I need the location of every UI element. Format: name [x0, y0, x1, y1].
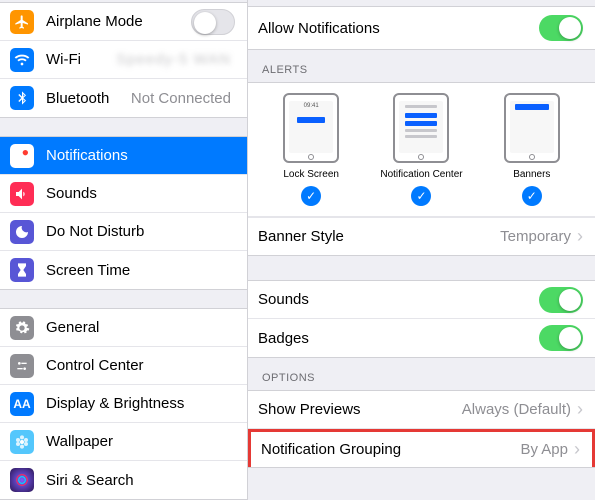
alerts-options: 09:41 Lock Screen ✓ Notification Cen [248, 83, 595, 217]
detail-panel: Allow Notifications ALERTS 09:41 Lock Sc… [248, 0, 595, 500]
bluetooth-value: Not Connected [131, 90, 231, 107]
banners-preview [504, 93, 560, 163]
lock-screen-preview: 09:41 [283, 93, 339, 163]
sidebar-item-display[interactable]: AA Display & Brightness [0, 385, 247, 423]
notifications-label: Notifications [46, 147, 235, 164]
wallpaper-label: Wallpaper [46, 433, 235, 450]
sounds-icon [10, 182, 34, 206]
allow-toggle[interactable] [539, 15, 583, 41]
alert-notification-center[interactable]: Notification Center ✓ [367, 93, 476, 206]
show-previews-row[interactable]: Show Previews Always (Default) › [248, 391, 595, 429]
controls-icon [10, 354, 34, 378]
check-icon: ✓ [301, 186, 321, 206]
alert-lock-label: Lock Screen [283, 169, 339, 180]
alert-banners-label: Banners [513, 169, 550, 180]
allow-notifications-row[interactable]: Allow Notifications [248, 7, 595, 49]
airplane-icon [10, 10, 34, 34]
show-previews-value: Always (Default) [462, 401, 571, 418]
sidebar-item-dnd[interactable]: Do Not Disturb [0, 213, 247, 251]
alerts-card: 09:41 Lock Screen ✓ Notification Cen [248, 82, 595, 256]
settings-sidebar: Airplane Mode Wi-Fi Speedy-5 WAN Bluetoo… [0, 0, 248, 500]
banner-style-label: Banner Style [258, 228, 500, 245]
aa-icon: AA [10, 392, 34, 416]
wifi-label: Wi-Fi [46, 51, 116, 68]
check-icon: ✓ [522, 186, 542, 206]
sidebar-item-bluetooth[interactable]: Bluetooth Not Connected [0, 79, 247, 117]
sounds-badges-group: Sounds Badges [248, 280, 595, 358]
sidebar-item-airplane-mode[interactable]: Airplane Mode [0, 3, 247, 41]
moon-icon [10, 220, 34, 244]
allow-group: Allow Notifications [248, 6, 595, 50]
gear-icon [10, 316, 34, 340]
sidebar-item-sounds[interactable]: Sounds [0, 175, 247, 213]
alert-center-label: Notification Center [380, 169, 462, 180]
chevron-right-icon: › [577, 226, 583, 247]
airplane-toggle[interactable] [191, 9, 235, 35]
siri-icon [10, 468, 34, 492]
show-previews-label: Show Previews [258, 401, 462, 418]
bluetooth-label: Bluetooth [46, 90, 131, 107]
sidebar-item-wifi[interactable]: Wi-Fi Speedy-5 WAN [0, 41, 247, 79]
chevron-right-icon: › [577, 399, 583, 420]
center-preview [393, 93, 449, 163]
badges-toggle[interactable] [539, 325, 583, 351]
chevron-right-icon: › [574, 439, 580, 460]
hourglass-icon [10, 258, 34, 282]
notification-grouping-value: By App [520, 441, 568, 458]
wifi-icon [10, 48, 34, 72]
check-icon: ✓ [411, 186, 431, 206]
notification-grouping-label: Notification Grouping [261, 441, 520, 458]
general-label: General [46, 319, 235, 336]
badges-row[interactable]: Badges [248, 319, 595, 357]
sidebar-group-general: General Control Center AA Display & Brig… [0, 308, 247, 500]
flower-icon [10, 430, 34, 454]
dnd-label: Do Not Disturb [46, 223, 235, 240]
sounds-toggle[interactable] [539, 287, 583, 313]
sidebar-item-control-center[interactable]: Control Center [0, 347, 247, 385]
sidebar-group-notifications: Notifications Sounds Do Not Disturb Scre… [0, 136, 247, 290]
allow-label: Allow Notifications [258, 20, 539, 37]
control-center-label: Control Center [46, 357, 235, 374]
options-group: Show Previews Always (Default) › Notific… [248, 390, 595, 468]
screen-time-label: Screen Time [46, 262, 235, 279]
wifi-value: Speedy-5 WAN [116, 51, 231, 68]
badges-label: Badges [258, 330, 539, 347]
banner-style-value: Temporary [500, 228, 571, 245]
airplane-label: Airplane Mode [46, 13, 191, 30]
alert-banners[interactable]: Banners ✓ [477, 93, 586, 206]
alerts-header: ALERTS [248, 50, 595, 82]
sounds-label: Sounds [46, 185, 235, 202]
sidebar-item-siri[interactable]: Siri & Search [0, 461, 247, 499]
banner-style-row[interactable]: Banner Style Temporary › [248, 217, 595, 255]
sidebar-item-notifications[interactable]: Notifications [0, 137, 247, 175]
bluetooth-icon [10, 86, 34, 110]
sidebar-item-wallpaper[interactable]: Wallpaper [0, 423, 247, 461]
sidebar-item-screen-time[interactable]: Screen Time [0, 251, 247, 289]
sounds-row[interactable]: Sounds [248, 281, 595, 319]
sounds-label: Sounds [258, 291, 539, 308]
sidebar-item-general[interactable]: General [0, 309, 247, 347]
notifications-icon [10, 144, 34, 168]
siri-label: Siri & Search [46, 472, 235, 489]
alert-lock-screen[interactable]: 09:41 Lock Screen ✓ [257, 93, 366, 206]
notification-grouping-row[interactable]: Notification Grouping By App › [248, 429, 595, 467]
sidebar-group-connectivity: Airplane Mode Wi-Fi Speedy-5 WAN Bluetoo… [0, 2, 247, 118]
display-label: Display & Brightness [46, 395, 235, 412]
options-header: OPTIONS [248, 358, 595, 390]
